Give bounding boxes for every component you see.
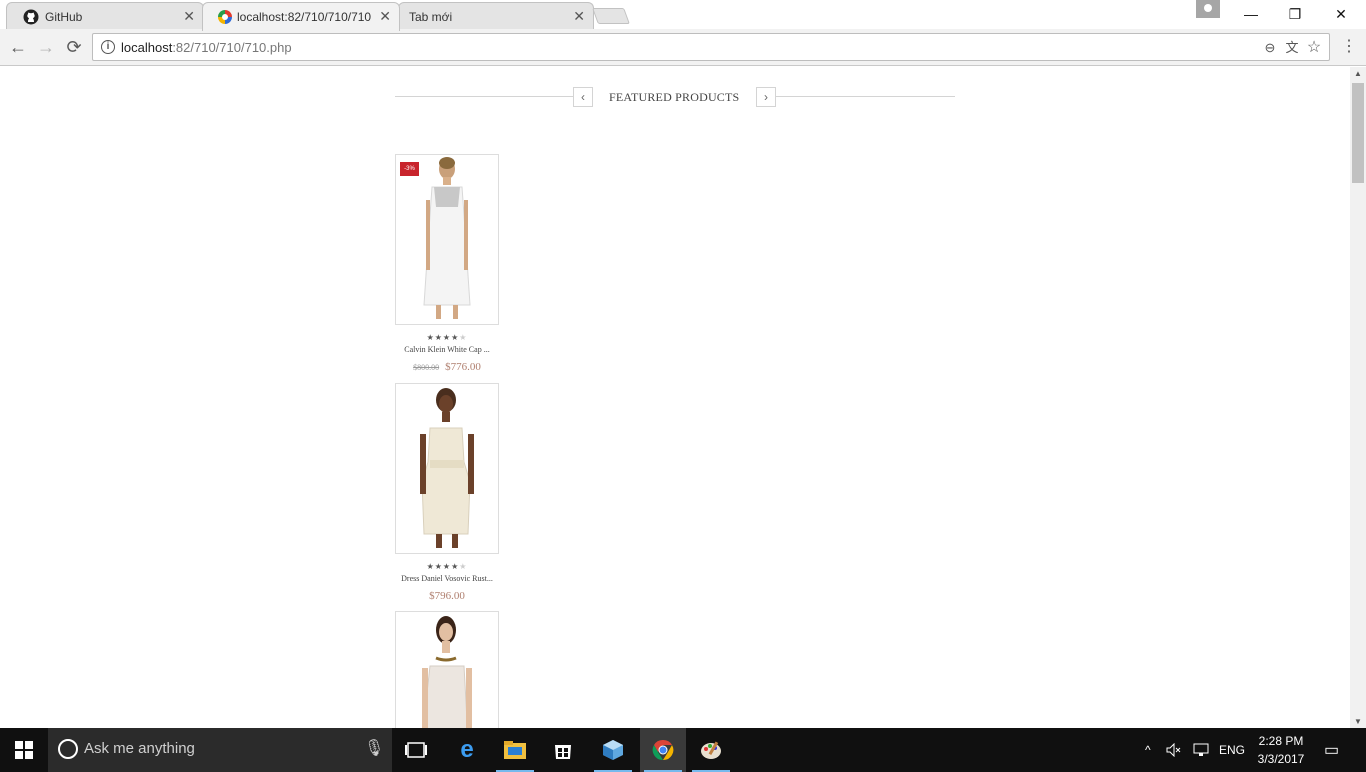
windows-logo-icon [15, 741, 33, 759]
chrome-glyph [652, 739, 674, 761]
palette-glyph [701, 741, 721, 759]
virtualbox-icon[interactable] [590, 728, 636, 772]
url-host: localhost [121, 40, 173, 55]
clock-time: 2:28 PM [1258, 734, 1304, 748]
reload-button[interactable]: ⟳ [62, 36, 86, 58]
microphone-icon[interactable]: 🎙 [364, 738, 384, 758]
tab-title: localhost:82/710/710/710 [237, 10, 371, 24]
dress-photo [422, 616, 472, 728]
start-button[interactable] [0, 728, 48, 772]
forward-button[interactable]: → [34, 36, 58, 58]
translate-icon[interactable]: 文 [1283, 39, 1301, 57]
folder-glyph [504, 741, 526, 759]
product-name[interactable]: Dress Daniel Vosovic Rust... [395, 574, 499, 583]
back-button[interactable]: ← [6, 36, 30, 58]
github-icon [23, 9, 39, 25]
product-card[interactable]: ★★★★★ Dress Daniel Vosovic Rust... $796.… [395, 383, 499, 604]
divider [395, 96, 573, 97]
language-indicator[interactable]: ENG [1219, 728, 1245, 772]
clock-date: 3/3/2017 [1257, 752, 1305, 766]
tab-strip: GitHub ✕ localhost:82/710/710/710 ✕ Tab … [0, 0, 1366, 31]
product-price: $796.00 [429, 590, 465, 602]
paint-icon[interactable] [688, 728, 734, 772]
address-bar[interactable]: i localhost:82/710/710/710.php ⊖ 文 ☆ [92, 33, 1330, 61]
carousel-next-button[interactable]: › [756, 87, 776, 107]
rating-stars: ★★★★★ [426, 562, 468, 571]
featured-products-header: ‹ FEATURED PRODUCTS › [395, 87, 955, 107]
page-scrollbar[interactable]: ▲ ▼ [1350, 67, 1366, 728]
profile-icon[interactable] [1196, 0, 1220, 18]
tray-expand-icon[interactable]: ^ [1145, 728, 1151, 772]
search-placeholder: Ask me anything [84, 740, 195, 757]
clock[interactable]: 2:28 PM 3/3/2017 [1250, 732, 1312, 768]
scroll-up-icon[interactable]: ▲ [1354, 69, 1362, 78]
tab-title: Tab mới [409, 9, 453, 24]
minimize-button[interactable]: — [1228, 0, 1274, 28]
notification-glyph: ▭ [1324, 742, 1340, 759]
dress-photo [420, 388, 474, 548]
network-glyph [1193, 743, 1209, 756]
close-icon[interactable]: ✕ [379, 8, 391, 24]
product-name[interactable]: Calvin Klein White Cap ... [395, 345, 499, 354]
tab-new[interactable]: Tab mới ✕ [398, 2, 594, 30]
sale-badge: -3% [400, 162, 419, 176]
url-path: :82/710/710/710.php [172, 40, 292, 55]
scroll-down-icon[interactable]: ▼ [1354, 717, 1362, 726]
restore-button[interactable]: ❐ [1272, 0, 1318, 28]
page-viewport: ‹ FEATURED PRODUCTS › -3% ★★★★★ Calvin K… [0, 67, 1350, 728]
new-tab-button[interactable] [592, 8, 630, 24]
product-price: $776.00 [445, 361, 481, 373]
section-title: FEATURED PRODUCTS [609, 90, 740, 104]
old-price: $800.00 [413, 363, 440, 372]
close-icon[interactable]: ✕ [183, 8, 195, 24]
taskbar: Ask me anything 🎙 e ^ ENG 2:28 PM 3/3/20… [0, 728, 1366, 772]
tab-title: GitHub [45, 9, 83, 24]
scroll-thumb[interactable] [1352, 83, 1364, 183]
close-window-button[interactable]: ✕ [1318, 0, 1364, 28]
rating-stars: ★★★★★ [426, 333, 468, 342]
cortana-icon [58, 739, 78, 759]
close-icon[interactable]: ✕ [573, 8, 585, 24]
volume-icon[interactable] [1166, 728, 1182, 772]
tab-github[interactable]: GitHub ✕ [6, 2, 204, 30]
language-text: ENG [1219, 743, 1246, 757]
info-icon[interactable]: i [101, 40, 115, 54]
product-image[interactable]: -3% [395, 154, 499, 325]
chrome-icon[interactable] [640, 728, 686, 772]
tab-localhost[interactable]: localhost:82/710/710/710 ✕ [202, 2, 400, 31]
edge-icon[interactable]: e [444, 728, 490, 772]
browser-toolbar: ← → ⟳ i localhost:82/710/710/710.php ⊖ 文… [0, 29, 1366, 66]
file-explorer-icon[interactable] [492, 728, 538, 772]
carousel-prev-button[interactable]: ‹ [573, 87, 593, 107]
product-image[interactable] [395, 383, 499, 554]
speaker-glyph [1166, 743, 1181, 757]
store-glyph [555, 745, 571, 759]
tray-chevron: ^ [1145, 743, 1151, 757]
dress-photo [423, 157, 471, 319]
notification-icon[interactable]: ▭ [1324, 728, 1339, 772]
url-text: localhost:82/710/710/710.php [121, 40, 292, 55]
bookmark-star-icon[interactable]: ☆ [1305, 39, 1323, 57]
cube-glyph [603, 740, 623, 760]
menu-icon[interactable]: ⋮ [1340, 36, 1358, 58]
product-image[interactable] [395, 611, 499, 728]
zoom-icon[interactable]: ⊖ [1261, 39, 1279, 57]
task-view-icon[interactable] [393, 728, 439, 772]
price-row: $796.00 [395, 586, 499, 604]
product-card[interactable]: -3% ★★★★★ Calvin Klein White Cap ... $80… [395, 154, 499, 375]
product-card[interactable] [395, 611, 499, 728]
price-row: $800.00 $776.00 [395, 357, 499, 375]
network-icon[interactable] [1193, 728, 1209, 772]
task-view-glyph [405, 742, 427, 758]
store-icon[interactable] [540, 728, 586, 772]
cortana-search[interactable]: Ask me anything 🎙 [48, 728, 392, 772]
site-favicon-icon [218, 10, 232, 24]
divider [776, 96, 955, 97]
